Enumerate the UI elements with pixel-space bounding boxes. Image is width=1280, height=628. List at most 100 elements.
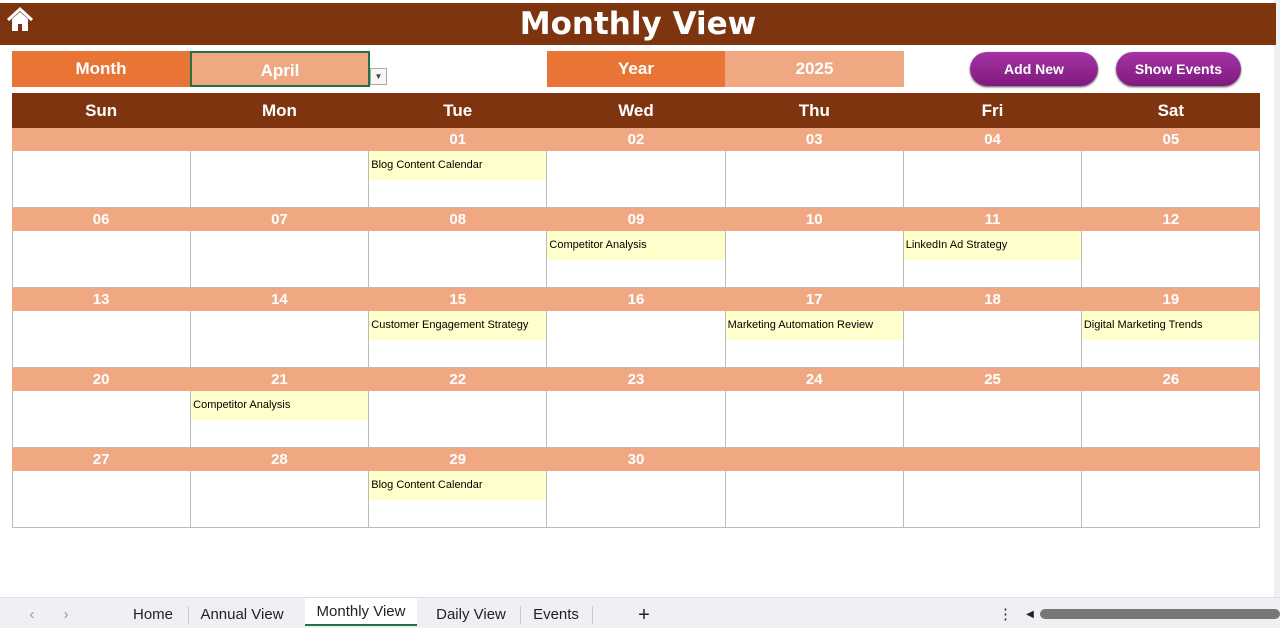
day-number: 01: [449, 131, 467, 148]
day-number: 11: [984, 211, 1001, 228]
day-number: [903, 448, 1081, 471]
day-cell[interactable]: [12, 471, 191, 528]
calendar-grid: Sun Mon Tue Wed Thu Fri Sat 01 02 03 04 05 Blog Con…: [12, 93, 1260, 528]
day-cell[interactable]: [902, 391, 1081, 448]
day-cell[interactable]: Digital Marketing Trends: [1080, 311, 1260, 368]
day-number: 19: [1162, 291, 1180, 308]
day-cell[interactable]: [546, 391, 725, 448]
scroll-left-icon[interactable]: ◀: [1024, 602, 1036, 628]
year-value[interactable]: 2025: [725, 51, 904, 87]
day-cell[interactable]: [190, 231, 369, 288]
day-cell[interactable]: Marketing Automation Review: [724, 311, 903, 368]
day-cell[interactable]: Competitor Analysis: [190, 391, 369, 448]
day-cell[interactable]: [368, 391, 547, 448]
day-number: 06: [92, 211, 110, 228]
date-row: 06 07 08 09 10 11 12: [12, 208, 1260, 231]
day-number: 29: [449, 451, 467, 468]
event-item[interactable]: Blog Content Calendar: [369, 151, 547, 180]
day-number: 16: [627, 291, 645, 308]
day-cell[interactable]: [1080, 391, 1260, 448]
day-cell[interactable]: Customer Engagement Strategy: [368, 311, 547, 368]
event-item[interactable]: Digital Marketing Trends: [1081, 311, 1259, 340]
day-number: 03: [805, 131, 823, 148]
event-item[interactable]: Customer Engagement Strategy: [369, 311, 547, 340]
event-item[interactable]: LinkedIn Ad Strategy: [903, 231, 1081, 260]
day-cell[interactable]: [12, 151, 191, 208]
date-row: 27 28 29 30: [12, 448, 1260, 471]
day-cell[interactable]: [12, 231, 191, 288]
event-item[interactable]: Competitor Analysis: [547, 231, 725, 260]
day-cell[interactable]: [724, 471, 903, 528]
day-number: 08: [449, 211, 467, 228]
day-cell[interactable]: [1080, 471, 1260, 528]
tab-annual-view[interactable]: Annual View: [192, 602, 292, 628]
weekday-sat: Sat: [1157, 101, 1185, 120]
day-number: 25: [984, 371, 1001, 388]
prev-sheet-icon[interactable]: ‹: [24, 602, 40, 628]
next-sheet-icon[interactable]: ›: [58, 602, 74, 628]
day-number: 24: [805, 371, 823, 388]
month-label: Month: [12, 51, 190, 87]
event-item[interactable]: Marketing Automation Review: [725, 311, 903, 340]
day-number: [190, 128, 368, 151]
day-number: 22: [449, 371, 467, 388]
horizontal-scrollbar[interactable]: [1040, 609, 1280, 619]
dropdown-arrow-icon[interactable]: ▼: [370, 68, 387, 85]
tab-daily-view[interactable]: Daily View: [428, 602, 514, 628]
day-cell[interactable]: [724, 151, 903, 208]
event-row: Blog Content Calendar: [12, 151, 1260, 208]
day-number: 18: [984, 291, 1001, 308]
month-select[interactable]: April: [190, 51, 370, 87]
day-number: 02: [627, 131, 645, 148]
day-cell[interactable]: [902, 471, 1081, 528]
more-options-icon[interactable]: ⋮: [998, 602, 1013, 628]
day-cell[interactable]: [190, 471, 369, 528]
day-number: 09: [627, 211, 645, 228]
tab-home[interactable]: Home: [126, 602, 180, 628]
day-number: 12: [1162, 211, 1180, 228]
day-cell[interactable]: Blog Content Calendar: [368, 471, 547, 528]
date-row: 20 21 22 23 24 25 26: [12, 368, 1260, 391]
day-cell[interactable]: [546, 471, 725, 528]
event-row: Competitor Analysis: [12, 391, 1260, 448]
tab-events[interactable]: Events: [526, 602, 586, 628]
weekday-wed: Wed: [618, 101, 654, 120]
event-row: Blog Content Calendar: [12, 471, 1260, 528]
event-item[interactable]: Blog Content Calendar: [369, 471, 547, 500]
date-row: 01 02 03 04 05: [12, 128, 1260, 151]
tab-monthly-view[interactable]: Monthly View: [305, 598, 417, 626]
day-cell[interactable]: [902, 311, 1081, 368]
show-events-button[interactable]: Show Events: [1116, 52, 1241, 86]
day-cell[interactable]: [12, 311, 191, 368]
date-row: 13 14 15 16 17 18 19: [12, 288, 1260, 311]
weekday-header: Sun Mon Tue Wed Thu Fri Sat: [12, 93, 1260, 128]
year-label: Year: [547, 51, 725, 87]
add-sheet-button[interactable]: +: [632, 602, 656, 628]
day-number: 04: [984, 131, 1001, 148]
home-icon[interactable]: [6, 6, 34, 34]
day-cell[interactable]: [190, 151, 369, 208]
day-cell[interactable]: LinkedIn Ad Strategy: [902, 231, 1081, 288]
day-cell[interactable]: [12, 391, 191, 448]
day-number: 28: [271, 451, 288, 468]
weekday-mon: Mon: [261, 101, 297, 120]
sheet-tab-bar: ‹ › Home Annual View Monthly View Daily …: [0, 597, 1280, 628]
day-cell[interactable]: [546, 311, 725, 368]
day-cell[interactable]: [1080, 151, 1260, 208]
day-cell[interactable]: Competitor Analysis: [546, 231, 725, 288]
add-new-button[interactable]: Add New: [970, 52, 1098, 86]
day-number: 30: [627, 451, 645, 468]
day-cell[interactable]: [724, 231, 903, 288]
event-item[interactable]: Competitor Analysis: [191, 391, 369, 420]
day-cell[interactable]: [368, 231, 547, 288]
day-cell[interactable]: Blog Content Calendar: [368, 151, 547, 208]
day-cell[interactable]: [190, 311, 369, 368]
day-cell[interactable]: [902, 151, 1081, 208]
day-number: 21: [271, 371, 288, 388]
day-number: [12, 128, 190, 151]
day-number: 17: [805, 291, 823, 308]
day-cell[interactable]: [1080, 231, 1260, 288]
day-cell[interactable]: [546, 151, 725, 208]
day-number: 23: [627, 371, 645, 388]
day-cell[interactable]: [724, 391, 903, 448]
